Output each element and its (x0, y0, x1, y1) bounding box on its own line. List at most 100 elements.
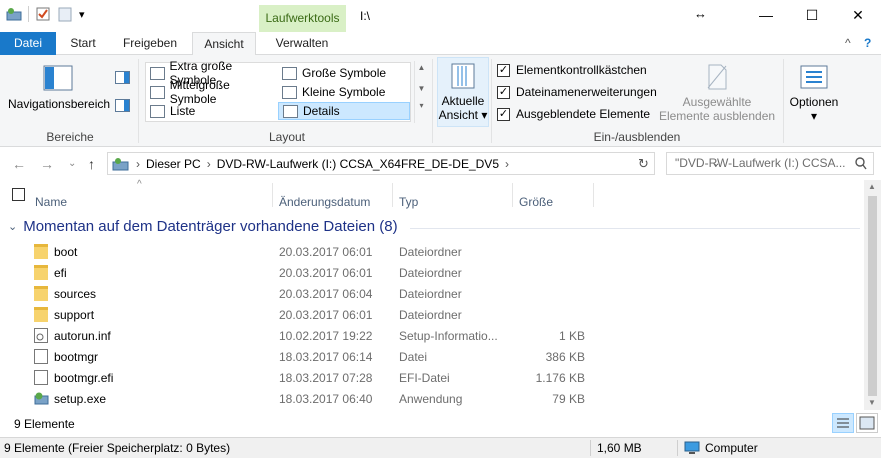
forward-arrow-icon[interactable]: → (40, 156, 54, 172)
help-icon[interactable]: ? (864, 36, 871, 50)
qat-dropdown-icon[interactable]: ▾ (79, 8, 85, 21)
vertical-scrollbar[interactable]: ▲ ▼ (864, 180, 881, 410)
large-icons-view-icon (859, 416, 875, 430)
column-separator[interactable] (512, 183, 513, 207)
layout-large-icons[interactable]: Große Symbole (278, 64, 410, 82)
navigation-pane-button[interactable]: Navigationsbereich (8, 65, 111, 111)
collapse-ribbon-icon[interactable]: ^ (845, 36, 851, 50)
layout-small-icons[interactable]: Kleine Symbole (278, 83, 410, 101)
details-pane-icon[interactable] (115, 99, 130, 115)
column-separator[interactable] (392, 183, 393, 207)
file-name: sources (54, 287, 97, 301)
file-type: EFI-Datei (399, 371, 450, 385)
refresh-icon[interactable]: ↻ (638, 156, 649, 172)
table-row[interactable]: bootmgr 18.03.2017 06:14 Datei 386 KB (0, 346, 860, 367)
address-bar[interactable]: › Dieser PC › DVD-RW-Laufwerk (I:) CCSA_… (107, 152, 720, 175)
file-date: 20.03.2017 06:01 (279, 266, 373, 280)
breadcrumb-separator: › (136, 156, 140, 171)
scroll-up-icon[interactable]: ▲ (415, 63, 428, 72)
new-folder-icon[interactable] (57, 6, 73, 22)
folder-icon (34, 265, 48, 280)
column-separator[interactable] (593, 183, 594, 207)
preview-pane-icon[interactable] (115, 71, 130, 87)
file-extensions-toggle[interactable]: ✓ Dateinamenerweiterungen (497, 85, 657, 99)
tab-share[interactable]: Freigeben (114, 32, 186, 55)
layout-item-label: Kleine Symbole (302, 85, 386, 99)
scroll-up-icon[interactable]: ▲ (868, 182, 876, 191)
details-view-button[interactable] (832, 413, 854, 433)
setup-app-icon (34, 391, 49, 406)
layout-item-label: Liste (170, 104, 196, 118)
resize-cursor-icon: ↔ (694, 6, 707, 21)
status-separator (677, 440, 678, 456)
scroll-down-icon[interactable]: ▼ (868, 398, 876, 407)
layout-medium-icons[interactable]: Mittelgroße Symbole (146, 78, 278, 106)
layout-list[interactable]: Liste (146, 102, 278, 120)
search-input[interactable]: "DVD-RW-Laufwerk (I:) CCSA... (666, 152, 874, 175)
drive-app-icon[interactable] (6, 6, 22, 22)
table-row[interactable]: setup.exe 18.03.2017 06:40 Anwendung 79 … (0, 388, 860, 409)
up-arrow-icon[interactable]: ↑ (88, 156, 95, 172)
properties-icon[interactable] (35, 6, 51, 22)
table-row[interactable]: boot 20.03.2017 06:01 Dateiordner (0, 241, 860, 262)
column-header-name[interactable]: Name (35, 195, 67, 209)
tab-view[interactable]: Ansicht (192, 32, 256, 56)
file-type: Dateiordner (399, 308, 462, 322)
current-view-button[interactable]: Aktuelle Ansicht ▾ (437, 57, 489, 127)
scroll-thumb[interactable] (868, 196, 877, 396)
hide-selected-items-button[interactable]: Ausgewählte Elemente ausblenden (658, 63, 776, 123)
file-date: 20.03.2017 06:01 (279, 308, 373, 322)
close-button[interactable]: ✕ (835, 0, 881, 30)
expand-gallery-icon[interactable]: ▾ (415, 101, 428, 110)
column-header-size[interactable]: Größe (519, 195, 553, 209)
layout-details[interactable]: Details (278, 102, 410, 120)
table-row[interactable]: support 20.03.2017 06:01 Dateiordner (0, 304, 860, 325)
scroll-down-icon[interactable]: ▼ (415, 84, 428, 93)
chevron-down-icon[interactable]: ⌄ (8, 220, 17, 233)
tab-manage[interactable]: Verwalten (262, 32, 342, 55)
folder-icon (34, 244, 48, 259)
minimize-button[interactable]: — (743, 0, 789, 30)
back-arrow-icon[interactable]: ← (12, 156, 26, 172)
layout-gallery-scroll[interactable]: ▲ ▼ ▾ (414, 61, 428, 123)
group-divider (410, 228, 860, 229)
item-count: 9 Elemente (14, 417, 75, 431)
list-view-icon (150, 104, 165, 118)
file-type: Dateiordner (399, 266, 462, 280)
file-size: 1.176 KB (535, 371, 585, 385)
column-header-type[interactable]: Typ (399, 195, 418, 209)
column-separator[interactable] (272, 183, 273, 207)
dropdown-arrow-icon: ▾ (810, 109, 818, 123)
navigation-pane-label: Navigationsbereich (8, 97, 111, 111)
item-checkboxes-toggle[interactable]: ✓ Elementkontrollkästchen (497, 63, 647, 77)
hide-selected-label-2: Elemente ausblenden (658, 109, 776, 123)
group-separator (783, 59, 784, 143)
file-type: Dateiordner (399, 245, 462, 259)
options-button[interactable]: Optionen ▾ (787, 65, 841, 123)
file-size: 79 KB (552, 392, 585, 406)
table-row[interactable]: efi 20.03.2017 06:01 Dateiordner (0, 262, 860, 283)
navigation-pane-icon (43, 65, 73, 91)
maximize-button[interactable]: ☐ (789, 0, 835, 30)
select-all-checkbox[interactable] (12, 188, 25, 201)
group-label-panes: Bereiche (46, 130, 94, 144)
group-header[interactable]: ⌄ Momentan auf dem Datenträger vorhanden… (8, 218, 398, 235)
hidden-items-toggle[interactable]: ✓ Ausgeblendete Elemente (497, 107, 650, 121)
large-icons-view-button[interactable] (856, 413, 878, 433)
folder-icon (34, 286, 48, 301)
breadcrumb-dvd-drive[interactable]: DVD-RW-Laufwerk (I:) CCSA_X64FRE_DE-DE_D… (217, 157, 499, 171)
group-separator (138, 59, 139, 143)
breadcrumb-this-pc[interactable]: Dieser PC (146, 157, 201, 171)
current-view-icon (451, 63, 475, 89)
small-icons-icon (282, 85, 297, 99)
recent-locations-icon[interactable]: ⌄ (68, 158, 76, 169)
column-header-date[interactable]: Änderungsdatum (279, 195, 370, 209)
tab-start[interactable]: Start (60, 32, 106, 55)
table-row[interactable]: bootmgr.efi 18.03.2017 07:28 EFI-Datei 1… (0, 367, 860, 388)
extra-large-icons-icon (150, 66, 165, 80)
table-row[interactable]: sources 20.03.2017 06:04 Dateiordner (0, 283, 860, 304)
search-icon[interactable] (855, 157, 867, 173)
tab-file[interactable]: Datei (0, 32, 56, 55)
table-row[interactable]: autorun.inf 10.02.2017 19:22 Setup-Infor… (0, 325, 860, 346)
title-bar: ▾ Laufwerktools I:\ ↔ — ☐ ✕ (0, 0, 881, 32)
